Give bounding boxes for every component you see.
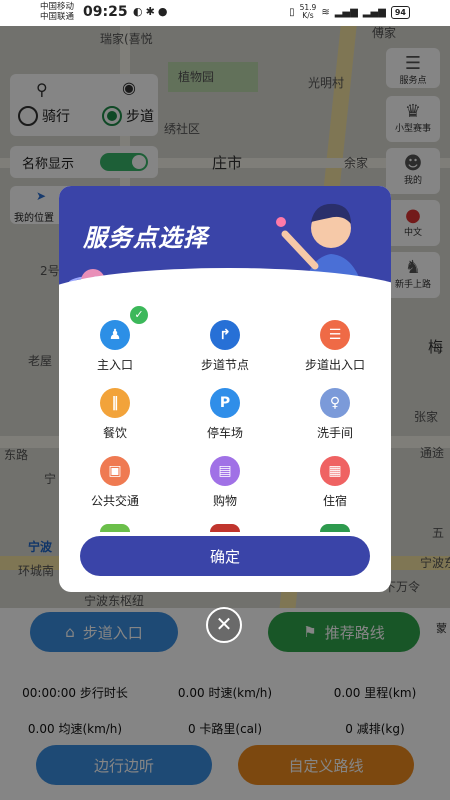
trail-node-icon: ↱ [210, 320, 240, 350]
partial-icon [320, 524, 350, 532]
service-item-label: 住宿 [322, 494, 347, 508]
restroom-icon: ♀ [320, 388, 350, 418]
battery-icon: 94 [390, 5, 410, 19]
carrier-info: 中国移动 中国联通 [40, 2, 74, 22]
dnd-icon: ◐ [133, 5, 146, 18]
signal-icon-2: ▂▄▆ [362, 6, 386, 18]
status-time: 09:25 [83, 4, 128, 20]
partial-icon [210, 524, 240, 532]
status-bar: 中国移动 中国联通 09:25 ◐✱● ▯ 51.9 K/s ≋ ▂▄▆ ▂▄▆… [0, 0, 450, 26]
service-item-trail-node[interactable]: ↱ 步道节点 [170, 320, 280, 373]
service-item-label: 公共交通 [90, 494, 139, 508]
status-right: ▯ 51.9 K/s ≋ ▂▄▆ ▂▄▆ 94 [289, 4, 410, 20]
service-item-label: 主入口 [96, 358, 133, 372]
bluetooth-icon: ✱ [145, 5, 158, 18]
service-item-trail-exit[interactable]: ☰ 步道出入口 [280, 320, 390, 373]
parking-icon: P [210, 388, 240, 418]
banner-wave [59, 268, 391, 328]
check-icon: ✓ [130, 306, 148, 324]
location-icon: ● [157, 5, 171, 18]
dialog-title: 服务点选择 [83, 224, 208, 252]
service-item-shopping[interactable]: ▤ 购物 [170, 456, 280, 509]
dining-icon: ‖ [100, 388, 130, 418]
service-item-label: 餐饮 [102, 426, 127, 440]
service-item-label: 购物 [212, 494, 237, 508]
service-item-label: 洗手间 [316, 426, 353, 440]
confirm-label: 确定 [209, 547, 240, 566]
service-item-lodging[interactable]: ▦ 住宿 [280, 456, 390, 509]
service-point-dialog: 服务点选择 ♟ ✓ 主入口 ↱ 步道节点 ☰ 步道出入口 ‖ 餐饮 P 停车场 … [59, 186, 391, 592]
service-item-parking[interactable]: P 停车场 [170, 388, 280, 441]
service-item-dining[interactable]: ‖ 餐饮 [60, 388, 170, 441]
dialog-banner: 服务点选择 [59, 186, 391, 328]
trail-exit-icon: ☰ [320, 320, 350, 350]
close-dialog-button[interactable]: ✕ [206, 607, 242, 643]
shopping-bag-icon: ▤ [210, 456, 240, 486]
partial-icon [100, 524, 130, 532]
service-item-restroom[interactable]: ♀ 洗手间 [280, 388, 390, 441]
hotel-icon: ▦ [320, 456, 350, 486]
service-item-label: 步道出入口 [304, 358, 365, 372]
net-speed: 51.9 K/s [300, 4, 317, 20]
service-item-label: 停车场 [206, 426, 243, 440]
carrier-2: 中国联通 [40, 12, 75, 22]
bus-icon: ▣ [100, 456, 130, 486]
vibrate-icon: ▯ [289, 6, 295, 18]
net-speed-unit: K/s [302, 11, 314, 20]
close-icon: ✕ [215, 612, 233, 636]
service-item-label: 步道节点 [200, 358, 249, 372]
confirm-button[interactable]: 确定 [80, 536, 370, 576]
status-icons: ◐✱● [133, 5, 170, 18]
service-item-main-entrance[interactable]: ♟ ✓ 主入口 [60, 306, 170, 373]
main-entrance-icon: ♟ [100, 320, 130, 350]
signal-icon: ▂▄▆ [334, 6, 358, 18]
service-item-transit[interactable]: ▣ 公共交通 [60, 456, 170, 509]
wifi-icon: ≋ [321, 6, 330, 18]
carrier-1: 中国移动 [40, 2, 75, 12]
